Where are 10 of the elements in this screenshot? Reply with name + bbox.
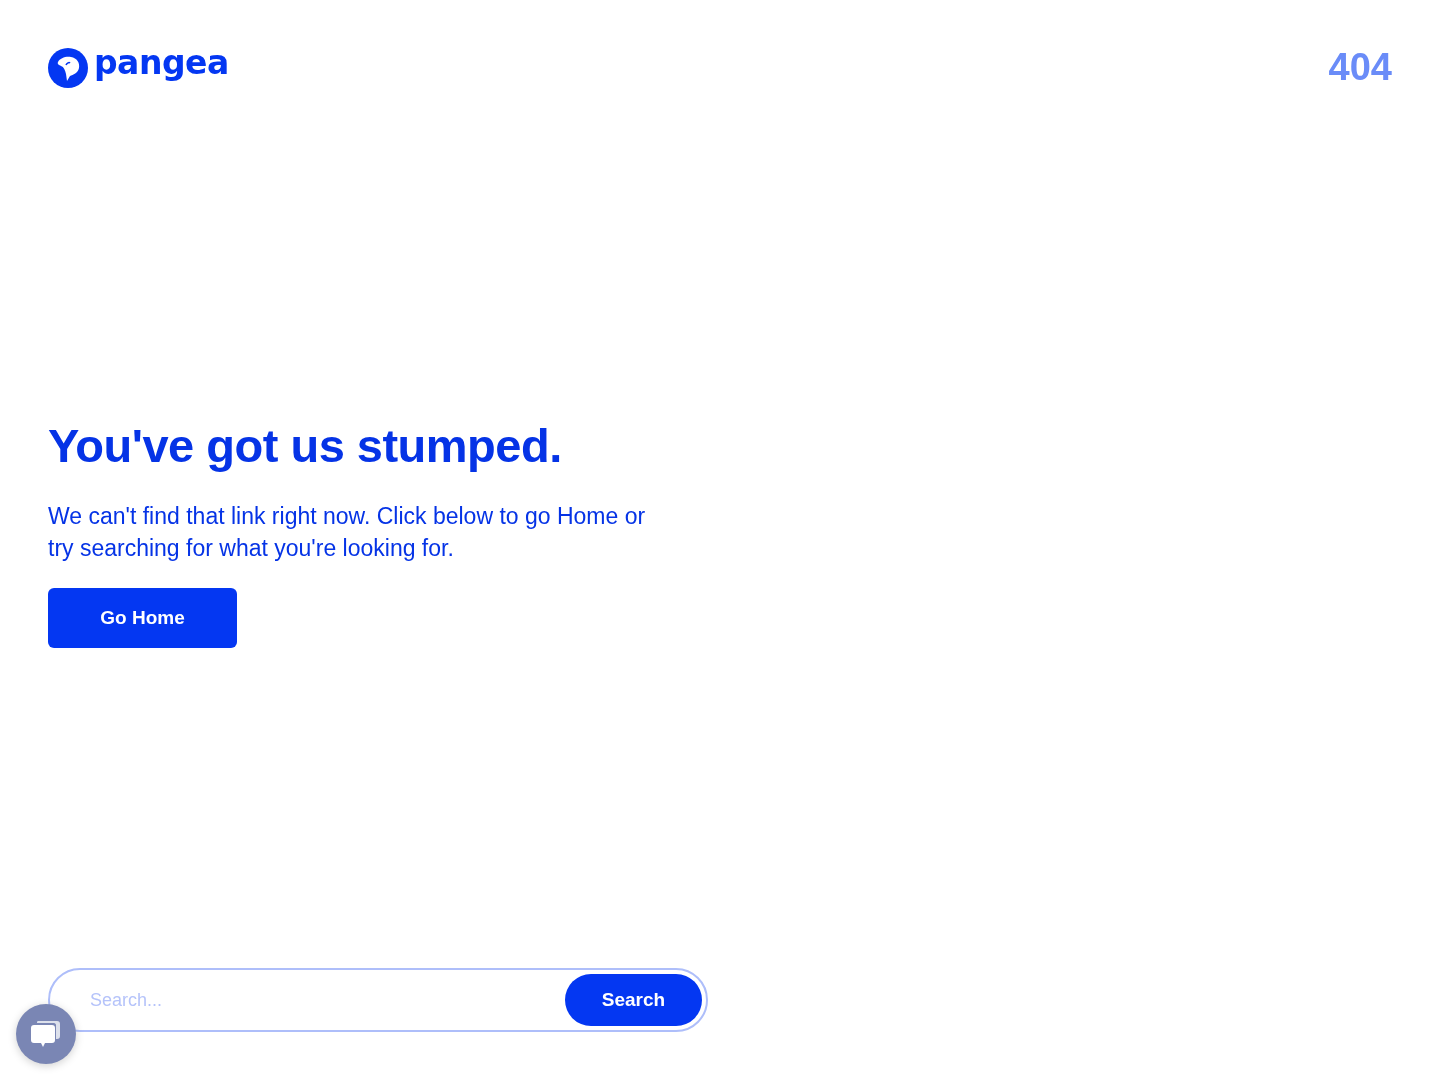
error-message: We can't find that link right now. Click below to go Home or try searching for what you're looking for. — [48, 502, 647, 563]
error-code: 404 — [1328, 48, 1392, 86]
logo-icon[interactable] — [48, 48, 88, 88]
page-heading: You've got us stumped. — [48, 418, 562, 474]
search-field[interactable]: Search... Search — [48, 968, 708, 1032]
brand-name[interactable]: pangea — [94, 45, 229, 81]
search-button[interactable]: Search — [565, 974, 702, 1026]
go-home-button[interactable]: Go Home — [48, 588, 237, 648]
chat-widget-button[interactable] — [16, 1004, 76, 1064]
chat-bubbles-icon — [30, 1019, 62, 1049]
